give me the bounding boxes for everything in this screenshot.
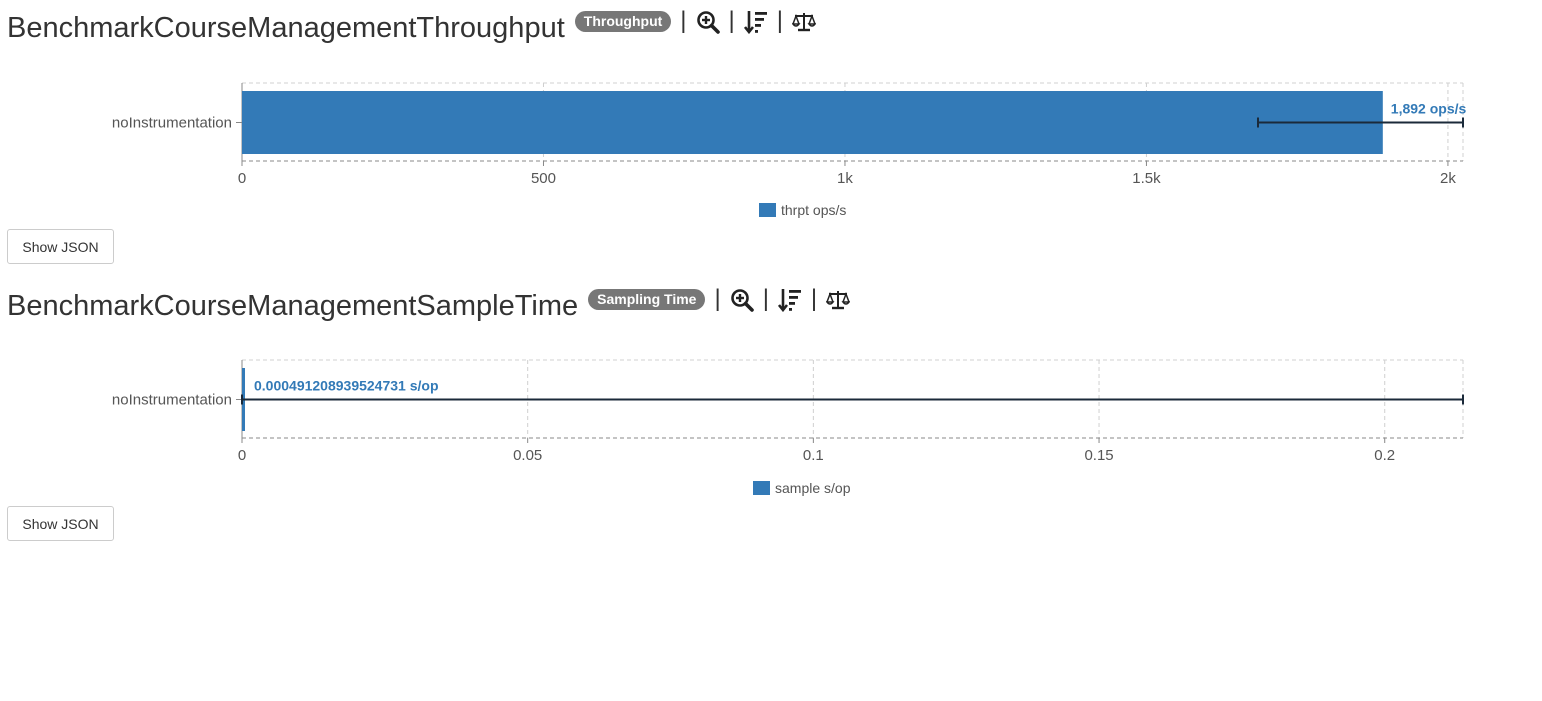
chart-legend[interactable]: sample s/op [753, 480, 850, 496]
throughput-bar-chart: noInstrumentation 1,892 ops/s 0 500 1k 1.5k 2k [112, 82, 1467, 187]
x-tick-label: 2k [1440, 170, 1456, 187]
x-tick-label: 0.15 [1084, 447, 1113, 464]
category-label: noInstrumentation [112, 115, 232, 132]
show-json-button[interactable]: Show JSON [7, 229, 114, 264]
legend-label: thrpt ops/s [781, 202, 847, 218]
bar [242, 91, 1383, 154]
x-tick-label: 0 [238, 447, 246, 464]
legend-swatch [753, 481, 770, 495]
x-tick-label: 0.2 [1374, 447, 1395, 464]
category-label: noInstrumentation [112, 392, 232, 409]
x-tick-label: 0.05 [513, 447, 542, 464]
x-tick-label: 0.1 [803, 447, 824, 464]
x-tick-label: 1.5k [1132, 170, 1161, 187]
chart-legend[interactable]: thrpt ops/s [759, 202, 846, 218]
sample-time-bar-chart: noInstrumentation 0.000491208939524731 s/… [112, 359, 1464, 464]
show-json-button[interactable]: Show JSON [7, 506, 114, 541]
legend-swatch [759, 203, 776, 217]
legend-label: sample s/op [775, 480, 851, 496]
data-label: 0.000491208939524731 s/op [254, 378, 439, 394]
x-tick-label: 500 [531, 170, 556, 187]
x-tick-label: 0 [238, 170, 246, 187]
x-tick-label: 1k [837, 170, 853, 187]
data-label: 1,892 ops/s [1391, 101, 1467, 117]
